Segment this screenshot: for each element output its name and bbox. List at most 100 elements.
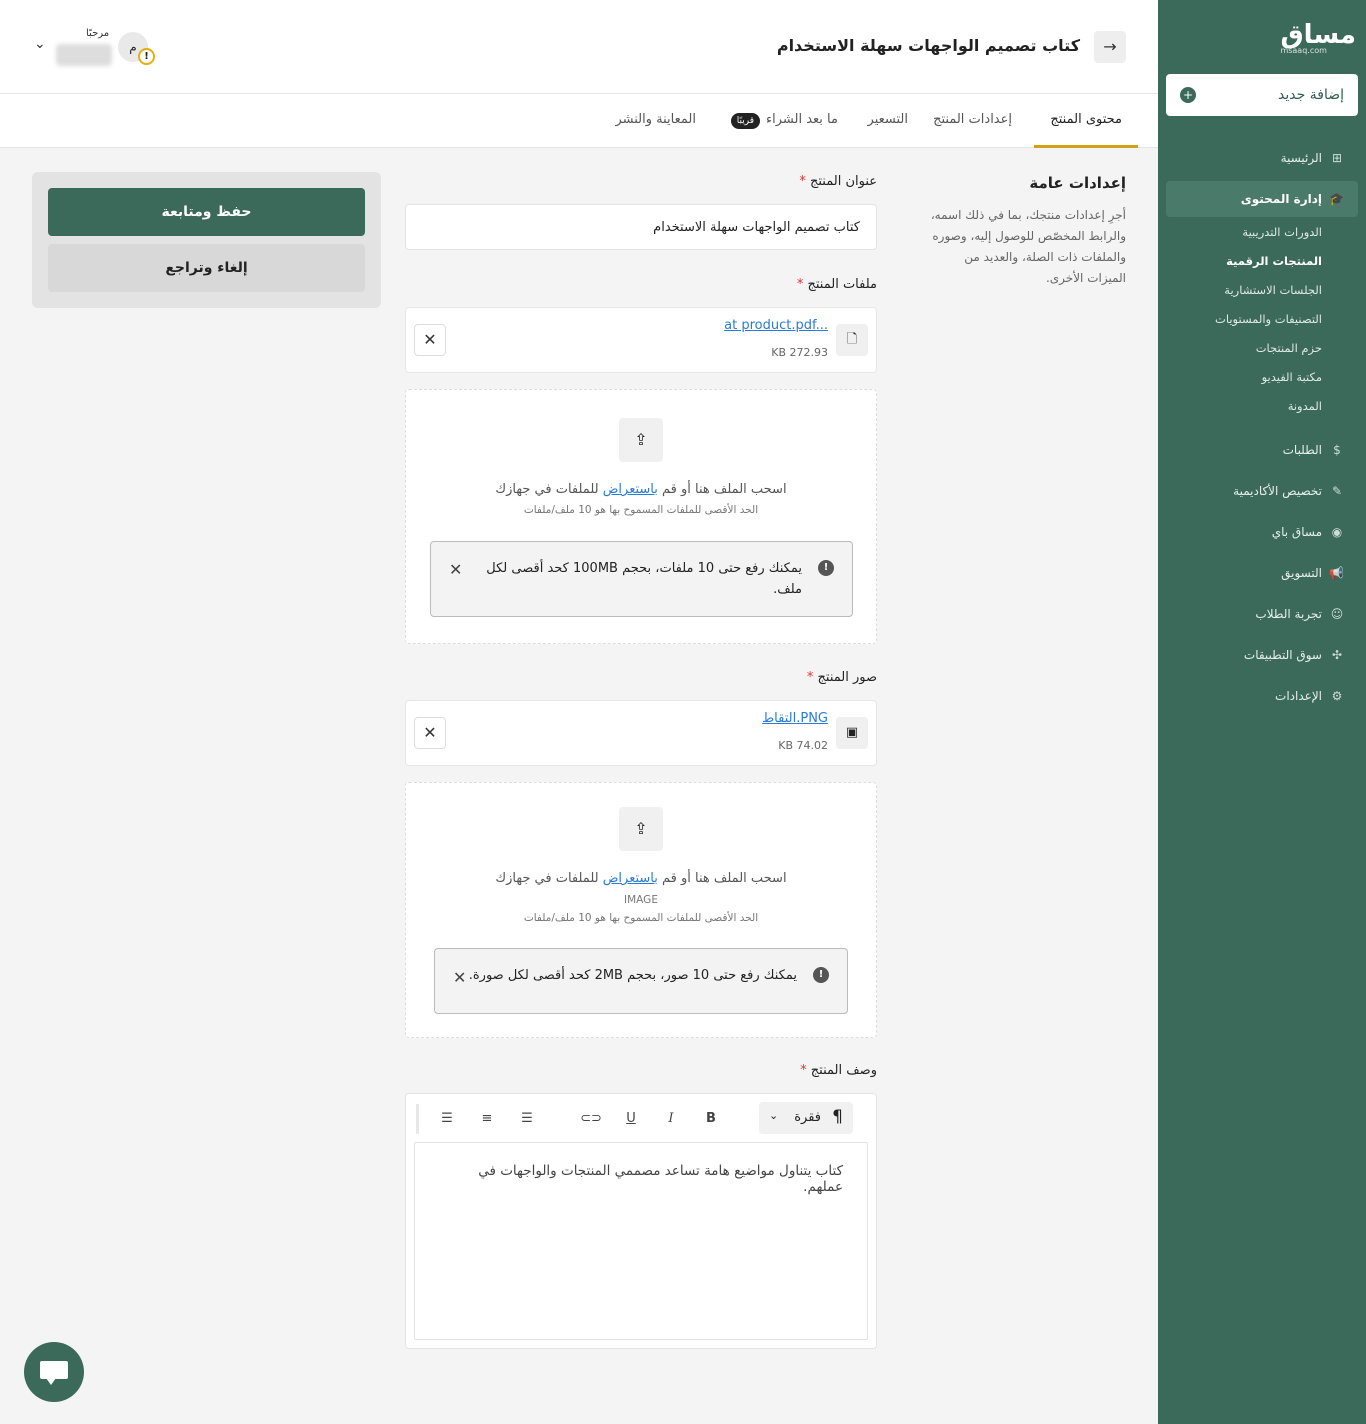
tab-product-settings[interactable]: إعدادات المنتج <box>933 94 1012 148</box>
sidebar-item-marketing[interactable]: 📢 التسويق <box>1158 555 1366 591</box>
megaphone-icon: 📢 <box>1329 566 1344 580</box>
images-dropzone[interactable]: ⇪ اسحب الملف هنا أو قم باستعراض للملفات … <box>405 782 877 1038</box>
images-limit-alert: ! يمكنك رفع حتى 10 صور، بحجم 2MB كحد أقص… <box>434 948 848 1014</box>
required-mark: * <box>806 670 814 685</box>
top-header: → كتاب تصميم الواجهات سهلة الاستخدام ⌄ م… <box>0 0 1158 94</box>
close-alert-icon[interactable]: ✕ <box>449 560 462 579</box>
product-images-label: صور المنتج * <box>807 670 877 685</box>
logo-subtext: msaaq.com <box>1280 46 1327 55</box>
sidebar-subitem-digital-products[interactable]: المنتجات الرقمية <box>1158 246 1366 275</box>
dropzone-suffix: للملفات في جهازك <box>495 871 599 886</box>
sidebar-item-msaaq-pay[interactable]: ◉ مساق باي <box>1158 514 1366 550</box>
upload-icon: ⇪ <box>634 430 648 449</box>
files-dropzone[interactable]: ⇪ اسحب الملف هنا أو قم باستعراض للملفات … <box>405 389 877 644</box>
back-button[interactable]: → <box>1094 31 1126 63</box>
sidebar-item-label: مساق باي <box>1271 525 1322 539</box>
dollar-icon: $ <box>1333 443 1341 457</box>
file-size: KB 272.93 <box>771 346 828 359</box>
align-right-icon[interactable]: ≡ <box>474 1107 500 1131</box>
close-icon: ✕ <box>423 723 437 742</box>
dropzone-instruction: اسحب الملف هنا أو قم باستعراض للملفات في… <box>406 871 876 886</box>
browse-link[interactable]: باستعراض <box>603 871 658 886</box>
product-description-label: وصف المنتج * <box>800 1063 877 1078</box>
arrow-right-icon: → <box>1103 37 1117 56</box>
paragraph-style-value: فقرة <box>794 1110 821 1125</box>
required-mark: * <box>799 174 806 189</box>
paragraph-style-select[interactable]: ¶ فقرة ⌄ <box>759 1102 853 1134</box>
required-mark: * <box>796 277 804 292</box>
uploaded-file-card: 🗋 at product.pdf... KB 272.93 ✕ <box>405 307 877 373</box>
tab-product-content[interactable]: محتوى المنتج <box>1034 94 1138 148</box>
dropzone-suffix: للملفات في جهازك <box>495 482 599 497</box>
sidebar-item-label: الرئيسية <box>1280 151 1322 165</box>
brush-icon: ✎ <box>1331 484 1343 498</box>
sidebar-item-label: تخصيص الأكاديمية <box>1233 484 1322 498</box>
cancel-button[interactable]: إلغاء وتراجع <box>48 244 365 292</box>
save-continue-button[interactable]: حفظ ومتابعة <box>48 188 365 236</box>
upload-button[interactable]: ⇪ <box>619 807 663 851</box>
align-center-icon[interactable]: ☰ <box>434 1107 460 1131</box>
sidebar-subitem-bundles[interactable]: حزم المنتجات <box>1158 333 1366 362</box>
sidebar-item-settings[interactable]: ⚙ الإعدادات <box>1158 678 1366 714</box>
remove-file-button[interactable]: ✕ <box>414 324 446 356</box>
user-menu[interactable]: ⌄ مرحبًا م ! <box>30 28 160 72</box>
sidebar-subitem-blog[interactable]: المدونة <box>1158 391 1366 420</box>
sidebar: مساق msaaq.com إضافة جديد + ⊞ الرئيسية 🎓 إ… <box>1158 0 1366 1424</box>
tab-preview-publish[interactable]: المعاينة والنشر <box>615 94 696 148</box>
warning-icon: ! <box>138 48 155 65</box>
page-title: كتاب تصميم الواجهات سهلة الاستخدام <box>776 36 1080 55</box>
label-text: ملفات المنتج <box>807 277 877 292</box>
add-new-label: إضافة جديد <box>1278 87 1344 103</box>
chat-button[interactable] <box>24 1342 84 1402</box>
chat-bubble-tail <box>46 1378 56 1385</box>
sidebar-item-app-market[interactable]: ✣ سوق التطبيقات <box>1158 637 1366 673</box>
description-textarea[interactable]: كتاب يتناول مواضيع هامة تساعد مصممي المن… <box>414 1142 868 1340</box>
browse-link[interactable]: باستعراض <box>603 482 658 497</box>
close-alert-icon[interactable]: ✕ <box>453 968 466 987</box>
upload-button[interactable]: ⇪ <box>619 418 663 462</box>
sidebar-subitem-categories[interactable]: التصنيفات والمستويات <box>1158 304 1366 333</box>
tab-post-purchase-label: ما بعد الشراء <box>766 112 838 127</box>
label-text: وصف المنتج <box>810 1063 877 1078</box>
product-title-input[interactable]: كتاب تصميم الواجهات سهلة الاستخدام <box>405 204 877 250</box>
sidebar-item-home[interactable]: ⊞ الرئيسية <box>1158 140 1366 176</box>
file-icon: 🗋 <box>836 324 868 356</box>
product-title-label: عنوان المنتج * <box>799 174 877 189</box>
sidebar-item-content-management[interactable]: 🎓 إدارة المحتوى <box>1166 181 1358 217</box>
sidebar-item-customization[interactable]: ✎ تخصيص الأكاديمية <box>1158 473 1366 509</box>
chevron-down-icon: ⌄ <box>769 1109 779 1122</box>
tab-pricing[interactable]: التسعير <box>868 94 908 148</box>
files-limit-text: يمكنك رفع حتى 10 ملفات، بحجم 100MB كحد أ… <box>486 561 802 597</box>
sidebar-item-orders[interactable]: $ الطلبات <box>1158 432 1366 468</box>
grid-icon: ⊞ <box>1331 151 1343 165</box>
sidebar-item-label: الإعدادات <box>1275 689 1322 703</box>
link-icon[interactable]: ⊂⊃ <box>578 1107 604 1131</box>
chevron-down-icon[interactable]: ⌄ <box>34 36 46 52</box>
sidebar-item-label: إدارة المحتوى <box>1240 192 1322 206</box>
image-icon: ▣ <box>836 717 868 749</box>
info-icon: ! <box>813 967 829 983</box>
sidebar-subitem-courses[interactable]: الدورات التدريبية <box>1158 217 1366 246</box>
product-files-label: ملفات المنتج * <box>797 277 877 292</box>
align-justify-icon[interactable]: ☰ <box>514 1107 540 1131</box>
logo[interactable]: مساق msaaq.com <box>1280 20 1356 55</box>
image-name-link[interactable]: التقاط.PNG <box>762 711 828 726</box>
remove-image-button[interactable]: ✕ <box>414 717 446 749</box>
sidebar-item-student-experience[interactable]: ☺ تجربة الطلاب <box>1158 596 1366 632</box>
underline-icon[interactable]: U <box>618 1107 644 1131</box>
info-icon: ! <box>818 560 834 576</box>
add-new-button[interactable]: إضافة جديد + <box>1166 74 1358 116</box>
tab-post-purchase[interactable]: ما بعد الشراء قريبًا <box>730 94 838 148</box>
sidebar-item-label: الطلبات <box>1282 443 1322 457</box>
general-settings-title: إعدادات عامة <box>1029 174 1126 192</box>
italic-icon[interactable]: I <box>658 1107 684 1131</box>
sidebar-subitem-consultations[interactable]: الجلسات الاستشارية <box>1158 275 1366 304</box>
bold-icon[interactable]: B <box>698 1107 724 1131</box>
toolbar-separator <box>416 1104 419 1134</box>
required-mark: * <box>800 1063 807 1078</box>
image-type-note: IMAGE <box>624 894 658 906</box>
file-name-link[interactable]: at product.pdf... <box>724 318 828 333</box>
chat-bubble-icon <box>40 1361 68 1379</box>
dropzone-prefix: اسحب الملف هنا أو قم <box>662 871 787 886</box>
sidebar-subitem-video-library[interactable]: مكتبة الفيديو <box>1158 362 1366 391</box>
